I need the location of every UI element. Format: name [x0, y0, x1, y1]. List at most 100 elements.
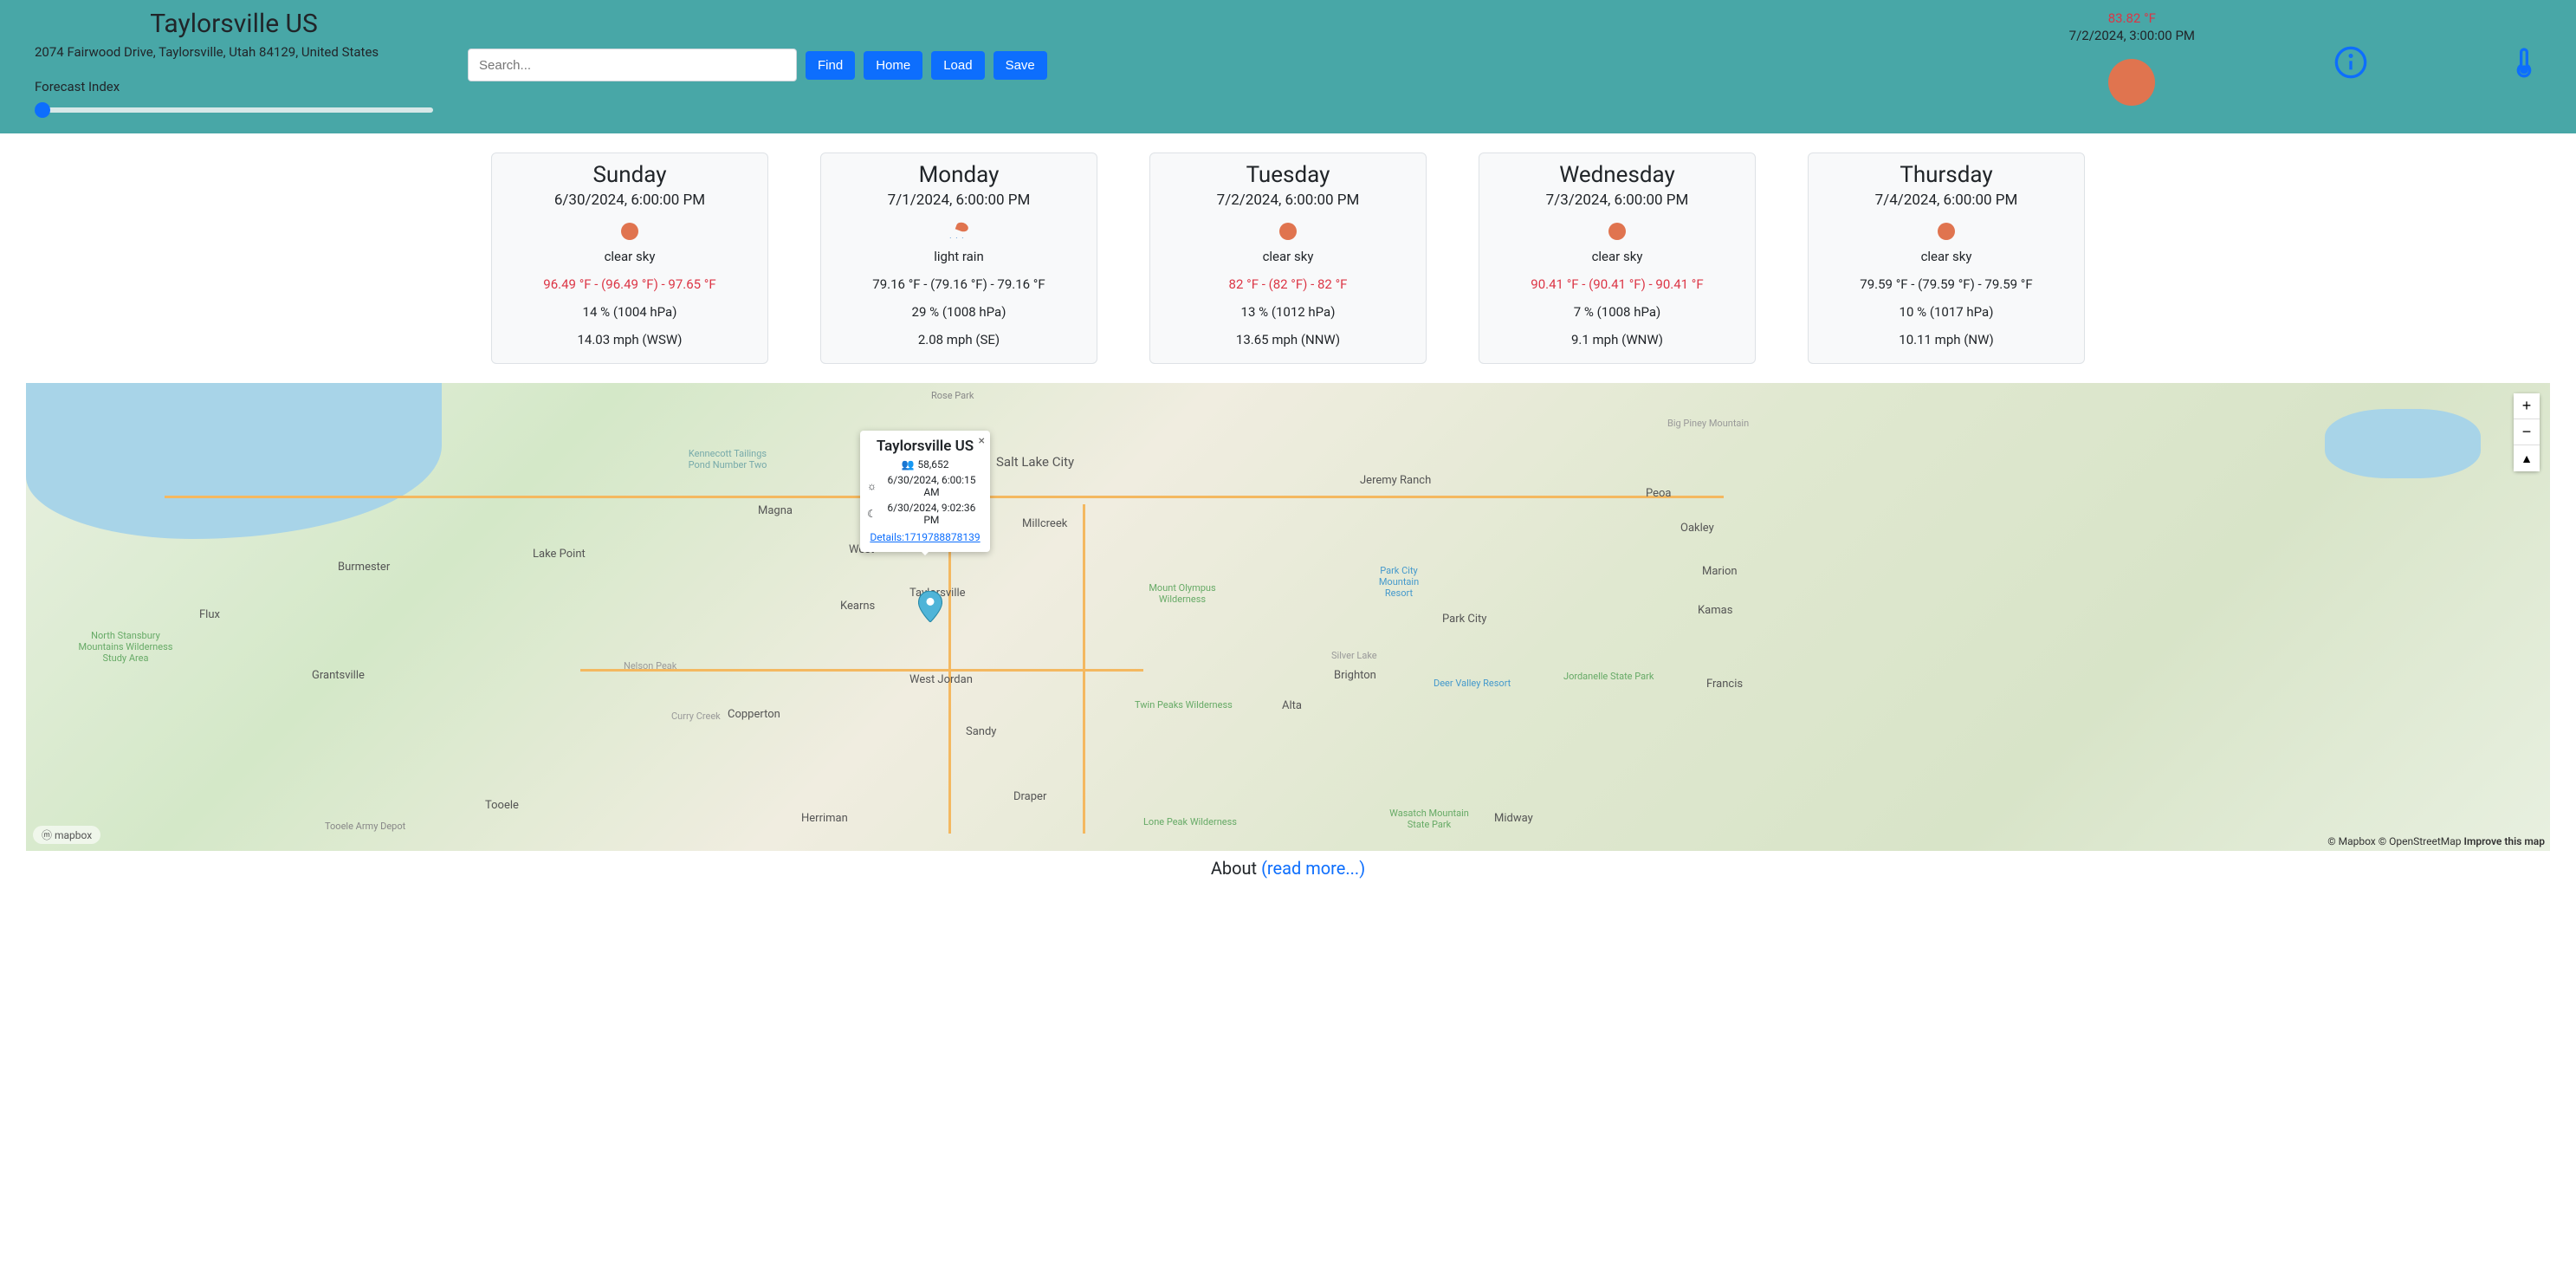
popup-close-icon[interactable]: × [979, 434, 985, 448]
map-label-kamas: Kamas [1698, 604, 1732, 617]
map-label-kennecott: Kennecott Tailings Pond Number Two [684, 448, 771, 471]
about-label: About [1211, 858, 1257, 879]
card-wind: 9.1 mph (WNW) [1490, 332, 1744, 347]
forecast-row: Sunday 6/30/2024, 6:00:00 PM clear sky 96.4… [0, 133, 2576, 383]
card-temp: 82 °F - (82 °F) - 82 °F [1161, 276, 1415, 292]
map-label-westjordan: West Jordan [909, 673, 973, 686]
map-label-kearns: Kearns [840, 600, 875, 613]
card-desc: clear sky [1819, 249, 2074, 264]
map-label-parkcity: Park City [1442, 613, 1486, 626]
lake-graphic [26, 383, 442, 539]
forecast-index-slider[interactable] [35, 107, 433, 113]
card-icon [1819, 221, 2074, 242]
map-label-bigpiney: Big Piney Mountain [1667, 418, 1749, 429]
card-icon [1161, 221, 1415, 242]
map[interactable]: Salt Lake City Millcreek West Jordan San… [26, 383, 2550, 851]
footer: About (read more...) [0, 851, 2576, 886]
map-label-draper: Draper [1013, 790, 1046, 803]
card-temp: 90.41 °F - (90.41 °F) - 90.41 °F [1490, 276, 1744, 292]
card-day: Monday [832, 162, 1086, 188]
map-label-marion: Marion [1702, 565, 1738, 578]
save-button[interactable]: Save [994, 51, 1047, 80]
popup-population-value: 58,652 [917, 458, 948, 471]
card-humidity: 14 % (1004 hPa) [502, 304, 757, 320]
card-date: 7/1/2024, 6:00:00 PM [832, 191, 1086, 209]
card-wind: 2.08 mph (SE) [832, 332, 1086, 347]
sun-icon [1608, 223, 1626, 240]
forecast-index-label: Forecast Index [35, 79, 433, 94]
card-date: 6/30/2024, 6:00:00 PM [502, 191, 757, 209]
people-icon: 👥 [901, 458, 914, 471]
map-label-twinpeaks: Twin Peaks Wilderness [1135, 699, 1233, 711]
card-day: Sunday [502, 162, 757, 188]
map-label-lakepoint: Lake Point [533, 548, 586, 561]
map-label-tooele: Tooele [485, 799, 519, 812]
info-icon[interactable] [2333, 45, 2368, 83]
sunrise-icon: ☼ [867, 480, 877, 492]
map-label-herriman: Herriman [801, 812, 848, 825]
card-humidity: 29 % (1008 hPa) [832, 304, 1086, 320]
map-popup: × Taylorsville US 👥 58,652 ☼ 6/30/2024, … [860, 431, 990, 552]
search-input[interactable] [468, 49, 797, 81]
popup-details-link[interactable]: Details:1719788878139 [867, 531, 983, 543]
map-label-brighton: Brighton [1334, 669, 1376, 682]
zoom-out-button[interactable]: − [2514, 419, 2540, 445]
map-label-stansbury: North Stansbury Mountains Wilderness Stu… [74, 630, 178, 664]
card-day: Thursday [1819, 162, 2074, 188]
read-more-link[interactable]: (read more...) [1261, 858, 1365, 879]
card-wind: 14.03 mph (WSW) [502, 332, 757, 347]
attrib-mapbox[interactable]: © Mapbox [2327, 835, 2376, 847]
load-button[interactable]: Load [931, 51, 984, 80]
card-icon [502, 221, 757, 242]
map-label-francis: Francis [1706, 678, 1743, 691]
header: Taylorsville US 2074 Fairwood Drive, Tay… [0, 0, 2576, 133]
sun-icon [1938, 223, 1955, 240]
card-icon [1490, 221, 1744, 242]
map-label-sandy: Sandy [966, 725, 996, 738]
map-label-tooelearmy: Tooele Army Depot [325, 821, 405, 832]
forecast-card: Sunday6/30/2024, 6:00:00 PMclear sky96.4… [491, 153, 768, 364]
map-label-canyons: Park City Mountain Resort [1364, 565, 1434, 599]
popup-sunrise: ☼ 6/30/2024, 6:00:15 AM [867, 474, 983, 498]
map-label-oakley: Oakley [1680, 522, 1714, 535]
map-label-silverlake: Silver Lake [1331, 650, 1377, 661]
home-button[interactable]: Home [864, 51, 922, 80]
popup-sunrise-value: 6/30/2024, 6:00:15 AM [880, 474, 983, 498]
card-date: 7/3/2024, 6:00:00 PM [1490, 191, 1744, 209]
current-temp: 83.82 °F [2069, 10, 2195, 26]
map-label-lonepeak: Lone Peak Wilderness [1143, 816, 1237, 827]
map-pin-icon[interactable] [918, 591, 942, 626]
map-label-wasatch: Wasatch Mountain State Park [1386, 808, 1472, 830]
map-label-magna: Magna [758, 504, 793, 517]
card-temp: 79.16 °F - (79.16 °F) - 79.16 °F [832, 276, 1086, 292]
zoom-in-button[interactable]: + [2514, 393, 2540, 419]
rain-icon [949, 223, 968, 240]
map-label-slc: Salt Lake City [996, 454, 1074, 470]
card-day: Tuesday [1161, 162, 1415, 188]
popup-population: 👥 58,652 [867, 458, 983, 471]
map-label-olympus: Mount Olympus Wilderness [1143, 582, 1221, 605]
current-time: 7/2/2024, 3:00:00 PM [2069, 28, 2195, 43]
thermometer-icon[interactable] [2507, 45, 2541, 83]
map-label-rosepark: Rose Park [931, 390, 974, 401]
card-date: 7/2/2024, 6:00:00 PM [1161, 191, 1415, 209]
card-humidity: 13 % (1012 hPa) [1161, 304, 1415, 320]
map-label-midway: Midway [1494, 812, 1533, 825]
attrib-improve[interactable]: Improve this map [2464, 835, 2545, 847]
forecast-card: Thursday7/4/2024, 6:00:00 PMclear sky79.… [1808, 153, 2085, 364]
find-button[interactable]: Find [806, 51, 855, 80]
popup-sunset-value: 6/30/2024, 9:02:36 PM [880, 502, 983, 526]
card-wind: 10.11 mph (NW) [1819, 332, 2074, 347]
map-label-flux: Flux [199, 608, 220, 621]
compass-button[interactable]: ▲ [2514, 445, 2540, 471]
attrib-osm[interactable]: © OpenStreetMap [2379, 835, 2462, 847]
sun-icon [2108, 59, 2155, 106]
card-temp: 79.59 °F - (79.59 °F) - 79.59 °F [1819, 276, 2074, 292]
map-label-peoa: Peoa [1646, 487, 1672, 500]
card-desc: clear sky [1161, 249, 1415, 264]
map-label-alta: Alta [1282, 699, 1302, 712]
map-label-jordanelle: Jordanelle State Park [1563, 671, 1654, 682]
card-icon [832, 221, 1086, 242]
sun-icon [1279, 223, 1297, 240]
card-temp: 96.49 °F - (96.49 °F) - 97.65 °F [502, 276, 757, 292]
